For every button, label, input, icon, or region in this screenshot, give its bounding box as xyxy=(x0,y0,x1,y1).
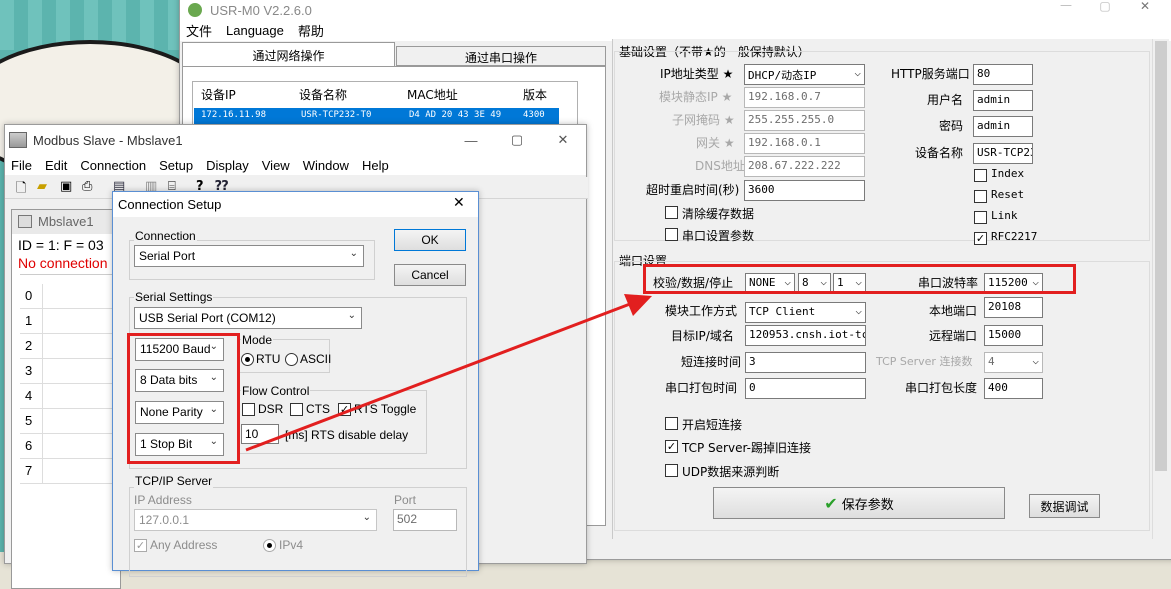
red-arrow-annotation xyxy=(245,294,652,452)
